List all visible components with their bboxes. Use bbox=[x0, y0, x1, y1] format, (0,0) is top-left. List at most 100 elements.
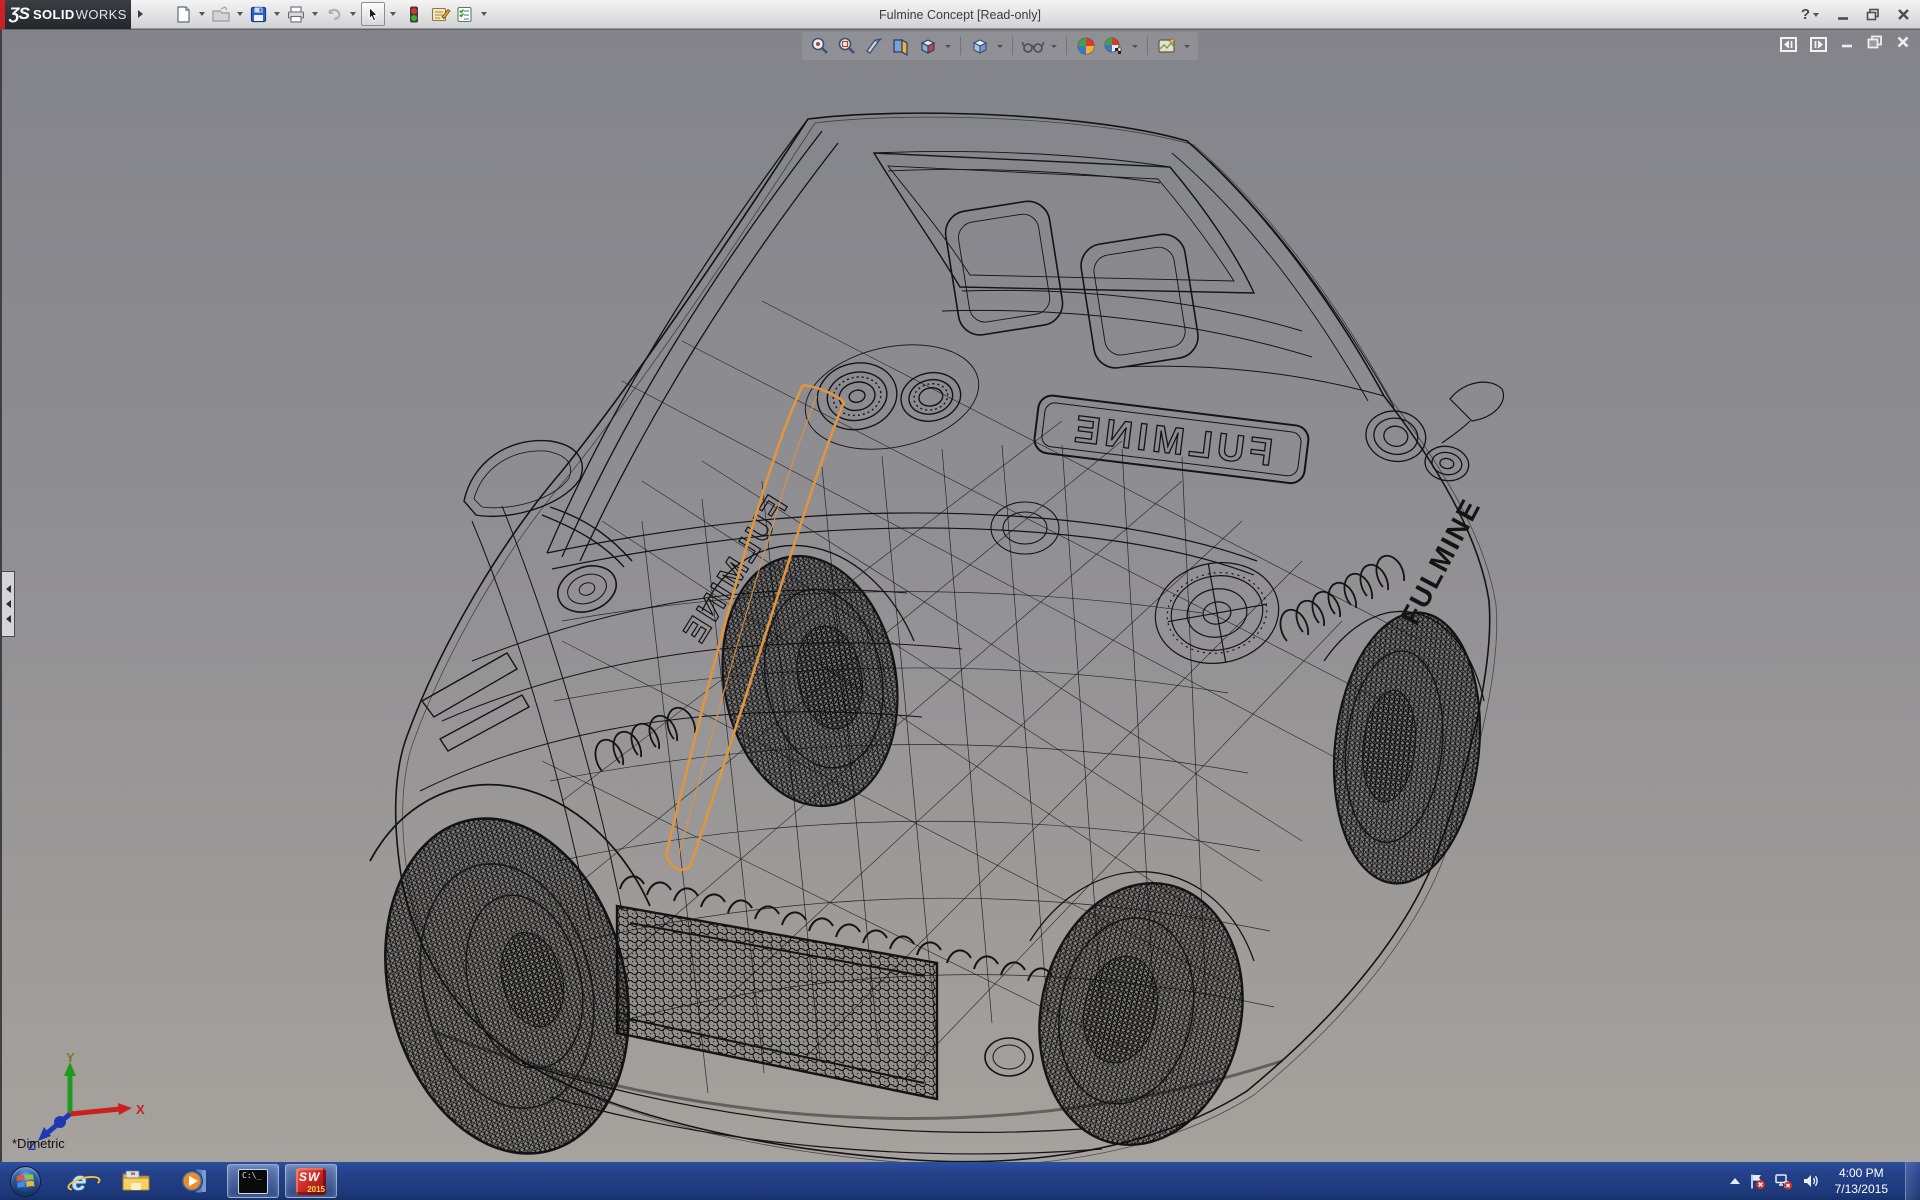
new-document-button[interactable] bbox=[173, 2, 194, 26]
expand-left-arrow-icon bbox=[6, 585, 11, 593]
title-bar: ƷS SOLID WORKS bbox=[0, 0, 1920, 29]
view-settings-icon bbox=[1156, 35, 1178, 57]
display-style-caret-icon[interactable] bbox=[997, 45, 1003, 48]
charge-port bbox=[985, 1038, 1033, 1076]
help-caret-icon bbox=[1813, 13, 1819, 17]
restore-button[interactable] bbox=[1864, 5, 1882, 25]
taskbar-item-command-prompt[interactable]: C:\_ bbox=[227, 1164, 279, 1198]
help-button[interactable]: ? bbox=[1801, 6, 1822, 23]
speaker-icon bbox=[1802, 1173, 1820, 1189]
zoom-to-area-button[interactable] bbox=[835, 33, 859, 59]
apply-scene-button[interactable] bbox=[1101, 33, 1127, 59]
command-prompt-icon: C:\_ bbox=[238, 1169, 268, 1194]
view-orientation-button[interactable] bbox=[916, 33, 940, 59]
wheel-rear-right bbox=[1321, 605, 1493, 891]
open-document-button[interactable] bbox=[210, 2, 232, 26]
zoom-to-area-icon bbox=[836, 35, 858, 57]
help-icon: ? bbox=[1801, 6, 1810, 23]
system-tray: 4:00 PM 7/13/2015 bbox=[1730, 1162, 1920, 1200]
document-restore-icon bbox=[1867, 35, 1883, 49]
new-document-caret-icon[interactable] bbox=[199, 12, 205, 16]
hide-show-items-icon bbox=[1021, 35, 1045, 57]
document-minimize-icon bbox=[1840, 35, 1854, 49]
triad-x-label: X bbox=[136, 1102, 145, 1117]
select-tool-caret-icon[interactable] bbox=[390, 12, 396, 16]
previous-pane-button[interactable] bbox=[1780, 37, 1797, 52]
zoom-to-fit-button[interactable] bbox=[808, 33, 832, 59]
next-pane-icon bbox=[1813, 40, 1824, 49]
select-tool-button[interactable] bbox=[361, 2, 385, 26]
solidworks-logo: ƷS SOLID WORKS bbox=[5, 0, 131, 29]
next-pane-button[interactable] bbox=[1810, 37, 1827, 52]
traffic-light-icon bbox=[408, 5, 420, 24]
design-checker-button[interactable] bbox=[454, 2, 476, 26]
document-restore-button[interactable] bbox=[1867, 35, 1883, 54]
undo-caret-icon[interactable] bbox=[350, 12, 356, 16]
zoom-to-fit-icon bbox=[809, 35, 831, 57]
print-icon bbox=[286, 5, 306, 24]
taskbar-clock[interactable]: 4:00 PM 7/13/2015 bbox=[1835, 1165, 1888, 1197]
taskbar-item-file-explorer[interactable] bbox=[111, 1164, 163, 1198]
side-badge-text: FULMINE bbox=[1394, 493, 1486, 630]
save-caret-icon[interactable] bbox=[274, 12, 280, 16]
windows-flag-icon bbox=[16, 1173, 35, 1190]
show-desktop-button[interactable] bbox=[1905, 1162, 1920, 1200]
feature-manager-collapsed-tab[interactable] bbox=[2, 571, 15, 637]
previous-pane-icon bbox=[1783, 40, 1794, 49]
taskbar-item-solidworks-2015[interactable]: SW 2015 bbox=[285, 1164, 337, 1198]
design-journal-button[interactable] bbox=[429, 2, 452, 26]
solidworks-application-window: ƷS SOLID WORKS bbox=[0, 0, 1920, 1200]
print-caret-icon[interactable] bbox=[312, 12, 318, 16]
action-center-tray-icon[interactable] bbox=[1749, 1173, 1766, 1190]
hide-show-caret-icon[interactable] bbox=[1051, 45, 1057, 48]
document-close-icon bbox=[1896, 35, 1910, 49]
design-checker-caret-icon[interactable] bbox=[481, 12, 487, 16]
previous-view-button[interactable] bbox=[862, 33, 886, 59]
open-document-caret-icon[interactable] bbox=[237, 12, 243, 16]
edit-appearance-button[interactable] bbox=[1074, 33, 1098, 59]
minimize-button[interactable] bbox=[1834, 5, 1852, 25]
seat-frame-right bbox=[1078, 231, 1201, 371]
section-view-button[interactable] bbox=[889, 33, 913, 59]
graphics-viewport[interactable]: FULMINE FULMINE FULMINE bbox=[0, 29, 1920, 1162]
network-tray-icon[interactable] bbox=[1775, 1173, 1793, 1190]
edit-appearance-icon bbox=[1075, 35, 1097, 57]
document-window-controls bbox=[1780, 35, 1910, 54]
clock-time: 4:00 PM bbox=[1835, 1165, 1888, 1181]
view-settings-button[interactable] bbox=[1155, 33, 1179, 59]
view-settings-caret-icon[interactable] bbox=[1184, 45, 1190, 48]
volume-tray-icon[interactable] bbox=[1802, 1173, 1820, 1189]
traffic-light-button[interactable] bbox=[407, 2, 421, 26]
apply-scene-caret-icon[interactable] bbox=[1132, 45, 1138, 48]
up-arrow-icon bbox=[1730, 1178, 1740, 1184]
restore-icon bbox=[1866, 8, 1880, 21]
hide-show-items-button[interactable] bbox=[1020, 33, 1046, 59]
suspension-coil-left bbox=[595, 708, 695, 771]
expand-left-arrow-icon bbox=[6, 615, 11, 623]
view-orientation-caret-icon[interactable] bbox=[945, 45, 951, 48]
show-hidden-icons-button[interactable] bbox=[1730, 1178, 1740, 1184]
undo-icon bbox=[324, 5, 344, 24]
start-button[interactable] bbox=[3, 1164, 47, 1198]
design-checker-icon bbox=[455, 5, 475, 24]
taskbar-item-internet-explorer[interactable]: e bbox=[53, 1164, 105, 1198]
car-wireframe-model[interactable]: FULMINE FULMINE FULMINE bbox=[2, 30, 1920, 1162]
menu-flyout-button[interactable] bbox=[133, 3, 147, 25]
close-button[interactable] bbox=[1894, 5, 1912, 25]
steering-assembly bbox=[991, 502, 1059, 554]
lamp-cluster-right bbox=[1360, 406, 1476, 484]
taskbar-items: e C: bbox=[0, 1162, 340, 1200]
document-minimize-button[interactable] bbox=[1840, 35, 1854, 54]
taskbar-item-media-player[interactable] bbox=[169, 1164, 221, 1198]
apply-scene-icon bbox=[1102, 35, 1126, 57]
file-explorer-icon bbox=[121, 1168, 153, 1194]
print-button[interactable] bbox=[285, 2, 307, 26]
undo-button[interactable] bbox=[323, 2, 345, 26]
new-document-icon bbox=[174, 5, 193, 24]
display-style-button[interactable] bbox=[968, 33, 992, 59]
design-journal-icon bbox=[430, 5, 451, 24]
document-close-button[interactable] bbox=[1896, 35, 1910, 54]
solidworks-logo-text-light: WORKS bbox=[76, 7, 127, 22]
save-button[interactable] bbox=[248, 2, 269, 26]
section-view-icon bbox=[890, 35, 912, 57]
